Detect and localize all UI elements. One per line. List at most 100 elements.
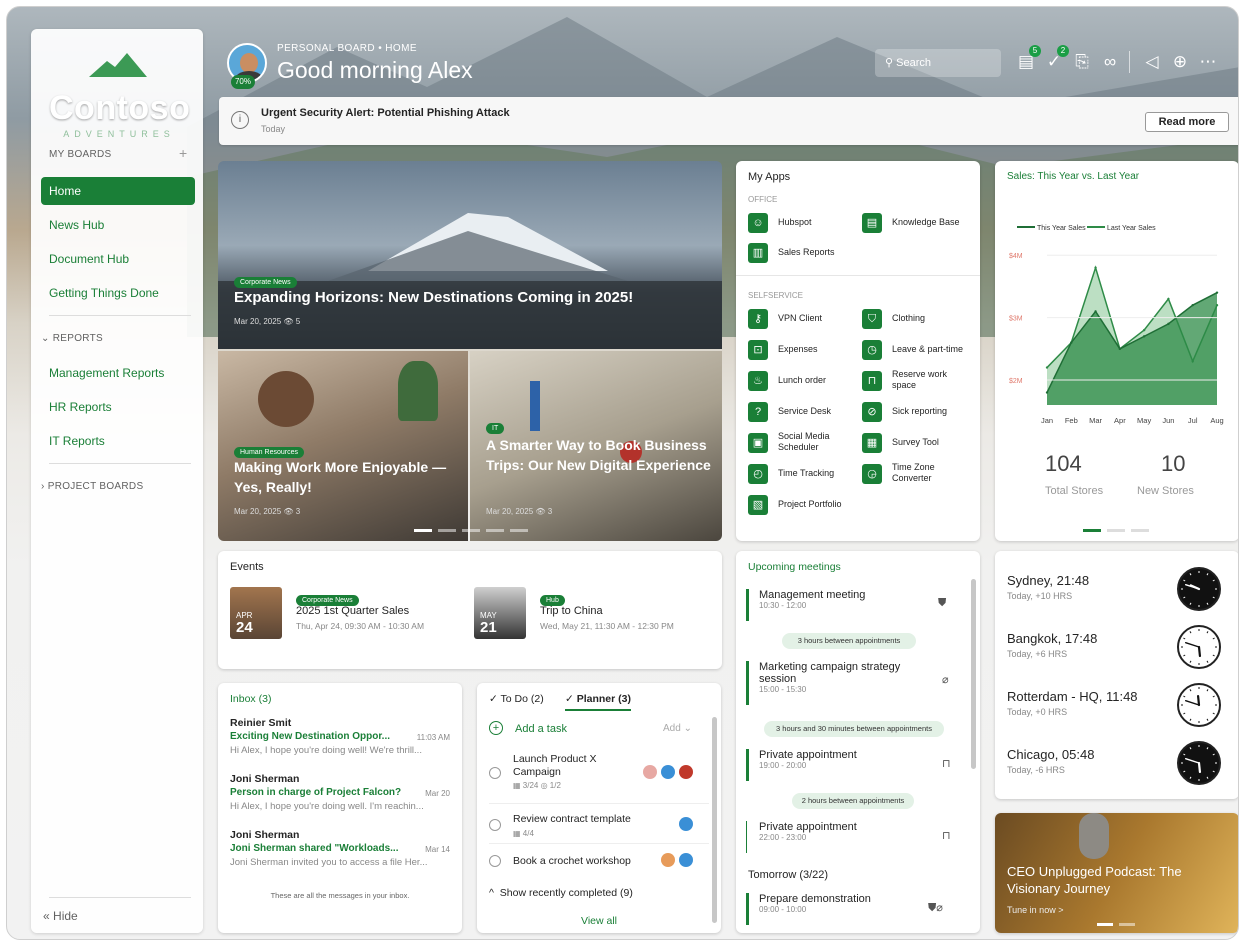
series-area-0	[1047, 292, 1217, 405]
document-sync-icon[interactable]: ⎘	[1071, 51, 1093, 73]
project-boards-heading[interactable]: › PROJECT BOARDS	[41, 481, 143, 492]
brand-tagline: ADVENTURES	[63, 129, 175, 139]
task-name[interactable]: Review contract template	[513, 813, 631, 825]
clock-tick	[1212, 654, 1215, 657]
question-icon: ?	[748, 402, 768, 422]
news-carousel: Corporate News Expanding Horizons: New D…	[218, 161, 722, 541]
selfservice-heading: SELFSERVICE	[748, 291, 803, 300]
view-all-link[interactable]: View all	[477, 915, 721, 927]
loop-icon[interactable]: ∞	[1099, 51, 1121, 73]
assignee-avatar	[679, 853, 693, 867]
sidebar-item-getting-things-done[interactable]: Getting Things Done	[41, 279, 195, 307]
sidebar-item-management-reports[interactable]: Management Reports	[41, 359, 195, 387]
megaphone-icon[interactable]: ◁	[1141, 51, 1163, 73]
office-heading: OFFICE	[748, 195, 778, 204]
search-placeholder: Search	[896, 57, 931, 69]
task-name[interactable]: Launch Product X Campaign	[513, 753, 603, 779]
chart-carousel-dots[interactable]	[1083, 529, 1153, 532]
clock-tick	[1206, 631, 1209, 634]
profile-progress-badge: 70%	[231, 75, 255, 89]
search-input[interactable]: ⚲ Search	[875, 49, 1001, 77]
clock-icon	[1177, 683, 1221, 727]
email-sender[interactable]: Joni Sherman	[230, 829, 299, 841]
app-window: Contoso ADVENTURES MY BOARDS + Home News…	[6, 6, 1239, 940]
meeting-item[interactable]: Private appointment 19:00 - 20:00	[746, 749, 972, 781]
meeting-time: 22:00 - 23:00	[759, 833, 807, 842]
sidebar-item-home[interactable]: Home	[41, 177, 195, 205]
news-main-card[interactable]: Corporate News Expanding Horizons: New D…	[218, 161, 722, 349]
add-task-button[interactable]: Add ⌄	[663, 723, 692, 734]
meeting-item[interactable]: Private appointment 22:00 - 23:00	[746, 821, 972, 853]
task-checkbox[interactable]	[489, 855, 501, 867]
news-meta: Mar 20, 2025 👁 5	[234, 317, 301, 326]
add-task-input[interactable]: Add a task	[515, 723, 567, 735]
add-icon[interactable]: ⊕	[1169, 51, 1191, 73]
assignee-avatar	[661, 853, 675, 867]
new-stores-label: New Stores	[1137, 485, 1194, 497]
data-point	[1142, 335, 1146, 338]
tasks-icon[interactable]: ▤ 5	[1015, 45, 1041, 73]
clock-tick	[1189, 689, 1192, 692]
sidebar-item-document-hub[interactable]: Document Hub	[41, 245, 195, 273]
tab-planner[interactable]: ✓ Planner (3)	[565, 693, 631, 711]
inbox-title[interactable]: Inbox (3)	[230, 693, 271, 705]
x-tick-label: May	[1137, 416, 1151, 425]
news-right-card[interactable]: IT A Smarter Way to Book Business Trips:…	[470, 351, 722, 541]
email-subject[interactable]: Joni Sherman shared "Workloads...	[230, 843, 410, 854]
reports-heading[interactable]: ⌄ REPORTS	[41, 333, 103, 344]
sidebar-item-news-hub[interactable]: News Hub	[41, 211, 195, 239]
show-completed-toggle[interactable]: ^ Show recently completed (9)	[489, 887, 633, 899]
my-apps-card: My Apps OFFICE ☺ Hubspot ▤ Knowledge Base …	[736, 161, 980, 541]
scrollbar[interactable]	[712, 717, 717, 923]
clock-tick	[1206, 573, 1209, 576]
podcast-carousel-dots[interactable]	[1097, 923, 1137, 926]
tab-todo[interactable]: ✓ To Do (2)	[489, 693, 544, 705]
data-point	[1215, 291, 1219, 294]
task-meta: ▦ 3/24 ◎ 1/2	[513, 781, 561, 790]
timer-icon: ◴	[748, 464, 768, 484]
project-boards-label: PROJECT BOARDS	[47, 481, 144, 492]
read-more-button[interactable]: Read more	[1145, 112, 1229, 132]
meeting-item[interactable]: Marketing campaign strategy session 15:00…	[746, 661, 972, 705]
clock-icon	[1177, 625, 1221, 669]
email-sender[interactable]: Joni Sherman	[230, 773, 299, 785]
add-board-icon[interactable]: +	[179, 145, 187, 161]
clock-tick	[1183, 712, 1186, 715]
task-name[interactable]: Book a crochet workshop	[513, 855, 631, 867]
clock-tick	[1183, 654, 1186, 657]
podcast-link[interactable]: Tune in now >	[1007, 905, 1063, 915]
event-thumbnail[interactable]: MAY 21	[474, 587, 526, 639]
assignee-avatar	[661, 765, 675, 779]
event-name[interactable]: 2025 1st Quarter Sales	[296, 605, 409, 617]
carousel-dots[interactable]	[414, 529, 528, 532]
pin-photo	[530, 381, 540, 431]
task-checkbox[interactable]	[489, 819, 501, 831]
more-icon[interactable]: ⋯	[1197, 51, 1219, 73]
hide-sidebar-button[interactable]: « Hide	[43, 909, 78, 923]
calendar-clock-icon: ◷	[862, 340, 882, 360]
sidebar-item-hr-reports[interactable]: HR Reports	[41, 393, 195, 421]
add-icon[interactable]: +	[489, 721, 503, 735]
microphone-icon	[1079, 813, 1109, 859]
tab-todo-label: To Do (2)	[500, 693, 544, 705]
email-sender[interactable]: Reinier Smit	[230, 717, 291, 729]
chart-icon: ▥	[748, 243, 768, 263]
meetings-title: Upcoming meetings	[748, 561, 841, 573]
podcast-card[interactable]: CEO Unplugged Podcast: The Visionary Jou…	[995, 813, 1238, 933]
email-date: 11:03 AM	[416, 733, 450, 742]
email-subject[interactable]: Exciting New Destination Oppor...	[230, 731, 400, 742]
event-name[interactable]: Trip to China	[540, 605, 603, 617]
clock-tick	[1212, 579, 1215, 582]
sidebar-item-it-reports[interactable]: IT Reports	[41, 427, 195, 455]
task-checkbox[interactable]	[489, 767, 501, 779]
clock-tick	[1206, 747, 1209, 750]
apps-title: My Apps	[748, 171, 791, 183]
email-subject[interactable]: Person in charge of Project Falcon?	[230, 787, 420, 798]
lock-icon: ⊓	[942, 758, 951, 770]
desk-icon: ⊓	[862, 371, 882, 391]
event-thumbnail[interactable]: APR 24	[230, 587, 282, 639]
approvals-icon[interactable]: ✓ 2	[1043, 45, 1069, 73]
clock-face	[1181, 629, 1217, 665]
news-left-card[interactable]: Human Resources Making Work More Enjoyab…	[218, 351, 468, 541]
clock-tick	[1206, 660, 1209, 663]
